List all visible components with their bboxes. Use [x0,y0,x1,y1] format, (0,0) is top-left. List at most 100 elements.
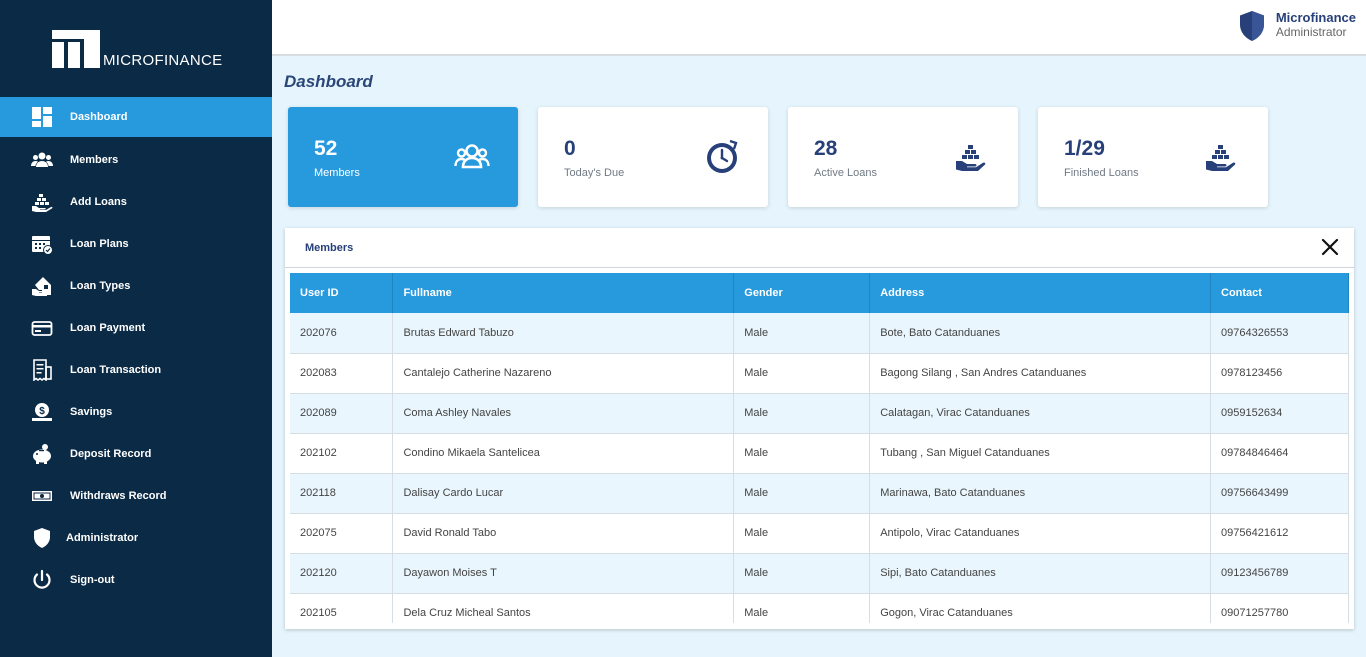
cell-gender: Male [733,593,871,623]
sidebar-item-withdraws-record[interactable]: Withdraws Record [0,475,272,517]
cell-address: Antipolo, Virac Catanduanes [869,513,1212,554]
sidebar-item-loan-payment[interactable]: Loan Payment [0,307,272,349]
card-value: 1/29 [1064,137,1105,160]
cell-user-id: 202102 [290,433,394,474]
sidebar-item-label: Loan Payment [70,322,146,334]
cell-user-id: 202075 [290,513,394,554]
cell-address: Gogon, Virac Catanduanes [869,593,1212,623]
sidebar-item-loan-plans[interactable]: Loan Plans [0,223,272,265]
card-label: Today's Due [564,167,625,179]
members-stat-card[interactable]: 52 Members [288,107,518,207]
receipt-icon [31,359,53,381]
sidebar-item-deposit-record[interactable]: Deposit Record [0,433,272,475]
logo-mark-icon [52,30,100,68]
sidebar-item-members[interactable]: Members [0,139,272,181]
table-row[interactable]: 202118 Dalisay Cardo Lucar Male Marinawa… [290,473,1349,514]
cell-contact: 09071257780 [1210,593,1349,623]
cell-contact: 0978123456 [1210,353,1349,394]
cell-gender: Male [733,513,871,554]
active-loans-stat-card[interactable]: 28 Active Loans [788,107,1018,207]
table-row[interactable]: 202120 Dayawon Moises T Male Sipi, Bato … [290,553,1349,594]
sidebar-nav: Dashboard Members Add Loans Loan Plans L… [0,97,272,601]
table-row[interactable]: 202102 Condino Mikaela Santelicea Male T… [290,433,1349,474]
cell-address: Marinawa, Bato Catanduanes [869,473,1212,514]
sidebar-item-loan-types[interactable]: Loan Types [0,265,272,307]
cell-contact: 09756421612 [1210,513,1349,554]
members-table-scroll[interactable]: User ID Fullname Gender Address Contact … [290,273,1349,623]
column-header-address[interactable]: Address [869,273,1212,313]
user-name: Microfinance [1275,10,1356,25]
sidebar-item-add-loans[interactable]: Add Loans [0,181,272,223]
card-value: 0 [564,137,576,160]
sidebar-item-dashboard[interactable]: Dashboard [0,97,272,137]
column-header-user-id[interactable]: User ID [290,273,394,313]
sidebar-item-label: Administrator [66,532,139,544]
cell-contact: 09123456789 [1210,553,1349,594]
sidebar-item-label: Withdraws Record [70,490,167,502]
cell-fullname: Brutas Edward Tabuzo [392,313,735,354]
sidebar-item-label: Members [70,154,119,166]
power-icon [31,569,53,591]
todays-due-stat-card[interactable]: 0 Today's Due [538,107,768,207]
cell-gender: Male [733,313,871,354]
table-row[interactable]: 202076 Brutas Edward Tabuzo Male Bote, B… [290,313,1349,354]
sidebar-item-label: Loan Plans [70,238,129,250]
table-row[interactable]: 202105 Dela Cruz Micheal Santos Male Gog… [290,593,1349,623]
sidebar-item-savings[interactable]: $ Savings [0,391,272,433]
finished-loans-stat-card[interactable]: 1/29 Finished Loans [1038,107,1268,207]
users-icon [31,149,53,171]
card-label: Active Loans [814,167,877,179]
user-role: Administrator [1275,25,1347,39]
card-icon [31,317,53,339]
sidebar-item-label: Deposit Record [70,448,152,460]
panel-header: Members [285,228,1354,268]
clock-icon [704,139,740,175]
cell-fullname: Dalisay Cardo Lucar [392,473,735,514]
card-value: 52 [314,137,338,160]
cell-fullname: Cantalejo Catherine Nazareno [392,353,735,394]
top-header: Microfinance Administrator [272,0,1366,56]
brand-logo[interactable]: MICROFINANCE [52,28,222,69]
cell-address: Calatagan, Virac Catanduanes [869,393,1212,434]
cell-fullname: Condino Mikaela Santelicea [392,433,735,474]
cell-gender: Male [733,433,871,474]
cell-address: Sipi, Bato Catanduanes [869,553,1212,594]
table-row[interactable]: 202089 Coma Ashley Navales Male Calataga… [290,393,1349,434]
column-header-gender[interactable]: Gender [733,273,871,313]
sidebar-item-label: Dashboard [70,111,128,123]
cell-fullname: Coma Ashley Navales [392,393,735,434]
column-header-contact[interactable]: Contact [1210,273,1349,313]
sidebar-item-label: Savings [70,406,113,418]
card-label: Members [314,167,360,179]
page-title: Dashboard [284,72,373,91]
shield-icon [31,527,53,549]
sidebar-item-label: Loan Types [70,280,131,292]
house-hand-icon [31,275,53,297]
column-header-fullname[interactable]: Fullname [392,273,735,313]
savings-icon: $ [31,401,53,423]
panel-title: Members [305,242,354,254]
members-table: User ID Fullname Gender Address Contact … [290,273,1349,623]
cell-gender: Male [733,553,871,594]
cell-gender: Male [733,393,871,434]
cash-icon [31,485,53,507]
cell-user-id: 202083 [290,353,394,394]
card-label: Finished Loans [1064,167,1139,179]
sidebar-item-loan-transaction[interactable]: Loan Transaction [0,349,272,391]
sidebar: MICROFINANCE Dashboard Members Add Loans… [0,0,272,657]
sidebar-item-sign-out[interactable]: Sign-out [0,559,272,601]
cell-fullname: Dela Cruz Micheal Santos [392,593,735,623]
sidebar-item-label: Sign-out [70,574,115,586]
close-icon[interactable] [1320,237,1340,257]
cell-contact: 0959152634 [1210,393,1349,434]
sidebar-item-administrator[interactable]: Administrator [0,517,272,559]
dashboard-icon [31,106,53,128]
table-row[interactable]: 202075 David Ronald Tabo Male Antipolo, … [290,513,1349,554]
user-menu[interactable]: Microfinance Administrator [1238,10,1356,42]
users-icon [454,139,490,175]
piggy-bank-icon [31,443,53,465]
table-row[interactable]: 202083 Cantalejo Catherine Nazareno Male… [290,353,1349,394]
card-value: 28 [814,137,838,160]
cell-fullname: Dayawon Moises T [392,553,735,594]
members-panel: Members User ID Fullname Gender Address … [285,228,1354,629]
